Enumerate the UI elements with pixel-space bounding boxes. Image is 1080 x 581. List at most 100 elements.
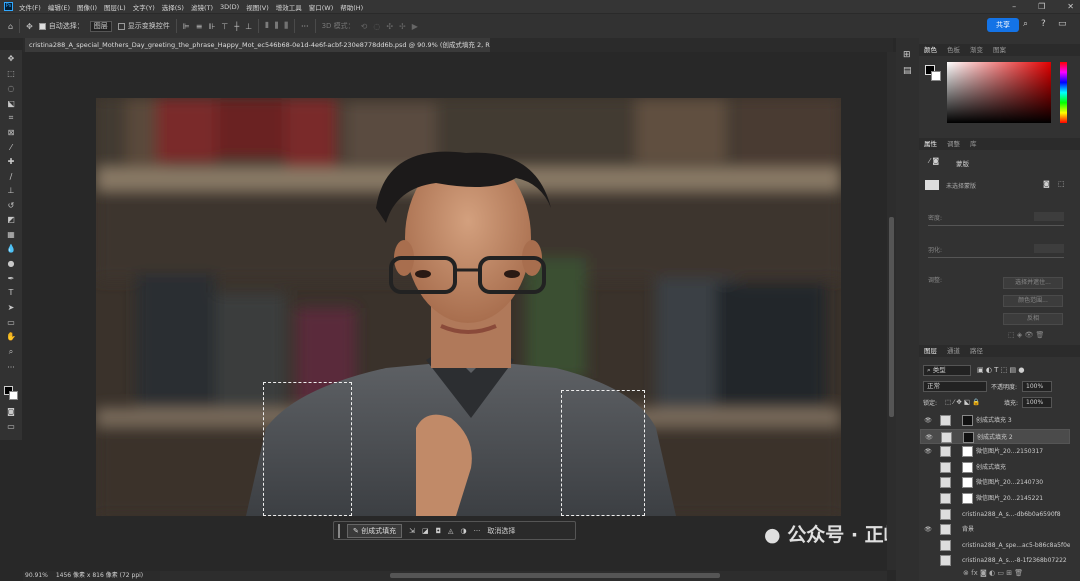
eyedropper-icon[interactable]: ⁄ xyxy=(4,142,18,154)
link-layers-icon[interactable]: ⊗ xyxy=(963,569,969,577)
menu-edit[interactable]: 编辑(E) xyxy=(48,2,70,12)
layer-row[interactable]: cristina288_A_s...-db6b0a6590f8 xyxy=(920,507,1070,522)
show-transform-checkbox[interactable]: 显示变换控件 xyxy=(117,21,170,31)
pan-3d-icon[interactable]: ✣ xyxy=(386,22,393,31)
menu-image[interactable]: 图像(I) xyxy=(77,2,97,12)
document-canvas[interactable] xyxy=(96,98,841,516)
auto-select-checkbox[interactable]: 自动选择： xyxy=(38,21,84,31)
layer-row[interactable]: 微信图片_20...2145221 xyxy=(920,491,1070,506)
distribute-v-icon[interactable]: ⫼ xyxy=(275,21,279,31)
stamp-tool-icon[interactable]: ⊥ xyxy=(4,185,18,197)
menu-3d[interactable]: 3D(D) xyxy=(220,3,239,11)
fill-input[interactable]: 100% xyxy=(1022,397,1052,408)
help-icon[interactable]: ? xyxy=(1041,19,1046,29)
marquee-tool-icon[interactable]: ⬚ xyxy=(4,68,18,80)
minimize-icon[interactable]: – xyxy=(1012,0,1016,13)
history-brush-icon[interactable]: ↺ xyxy=(4,200,18,212)
align-right-icon[interactable]: ⊪ xyxy=(208,22,215,31)
eraser-tool-icon[interactable]: ◩ xyxy=(4,214,18,226)
layer-row[interactable]: cristina288_A_s...-8-1f2368b07222 xyxy=(920,553,1070,568)
frame-tool-icon[interactable]: ⊠ xyxy=(4,127,18,139)
tab-layers[interactable]: 图层 xyxy=(924,345,937,357)
distribute-icon[interactable]: ⫴ xyxy=(265,21,268,31)
object-select-icon[interactable]: ⬕ xyxy=(4,98,18,110)
brush-tool-icon[interactable]: ∕ xyxy=(4,171,18,183)
visibility-eye-icon[interactable]: 👁 xyxy=(924,444,932,459)
color-range-button[interactable]: 颜色范围... xyxy=(1003,295,1063,307)
hand-tool-icon[interactable]: ✋ xyxy=(4,331,18,343)
gradient-tool-icon[interactable]: ▦ xyxy=(4,229,18,241)
layer-mask-thumbnail[interactable] xyxy=(962,493,973,504)
invert-selection-icon[interactable]: ◪ xyxy=(422,527,429,535)
menu-file[interactable]: 文件(F) xyxy=(19,2,41,12)
tab-paths[interactable]: 路径 xyxy=(970,345,983,357)
align-top-icon[interactable]: ⊤ xyxy=(221,22,228,31)
tab-libraries[interactable]: 库 xyxy=(970,138,977,150)
fill-selection-icon[interactable]: ◬ xyxy=(448,527,453,535)
more-options-icon[interactable]: ··· xyxy=(474,527,481,535)
roll-icon[interactable]: ◌ xyxy=(373,22,380,31)
menu-window[interactable]: 窗口(W) xyxy=(309,2,334,12)
tab-adjustments[interactable]: 调整 xyxy=(947,138,960,150)
menu-select[interactable]: 选择(S) xyxy=(162,2,184,12)
home-icon[interactable]: ⌂ xyxy=(8,22,13,31)
delete-layer-icon[interactable]: 🗑 xyxy=(1014,569,1023,577)
tab-channels[interactable]: 通道 xyxy=(947,345,960,357)
layer-row[interactable]: 👁 创成式填充 3 xyxy=(920,413,1070,428)
move-tool-icon[interactable]: ✥ xyxy=(26,22,33,31)
blur-tool-icon[interactable]: 💧 xyxy=(4,243,18,255)
density-slider[interactable] xyxy=(928,225,1064,226)
visibility-eye-icon[interactable]: 👁 xyxy=(925,430,933,443)
layer-mask-thumbnail[interactable] xyxy=(962,415,973,426)
screen-mode-icon[interactable]: ▭ xyxy=(4,421,18,433)
menu-filter[interactable]: 滤镜(T) xyxy=(191,2,213,12)
tab-color[interactable]: 颜色 xyxy=(924,44,937,56)
menu-help[interactable]: 帮助(H) xyxy=(340,2,363,12)
menu-plugins[interactable]: 增效工具 xyxy=(276,2,302,12)
menu-layer[interactable]: 图层(L) xyxy=(104,2,126,12)
modify-selection-icon[interactable]: ⇲ xyxy=(409,527,415,535)
visibility-eye-icon[interactable]: 👁 xyxy=(924,413,932,428)
color-field[interactable] xyxy=(947,62,1051,123)
layer-kind-filter[interactable]: ⌕ 类型 xyxy=(923,365,971,376)
horizontal-scrollbar[interactable] xyxy=(160,571,887,581)
layer-row[interactable]: 👁 背景 xyxy=(920,522,1070,537)
menu-type[interactable]: 文字(Y) xyxy=(133,2,155,12)
close-icon[interactable]: ✕ xyxy=(1067,0,1074,13)
layer-select-dropdown[interactable]: 图层 xyxy=(89,20,112,32)
move-tool-icon[interactable]: ✥ xyxy=(4,53,18,65)
invert-button[interactable]: 反相 xyxy=(1003,313,1063,325)
lasso-tool-icon[interactable]: ◌ xyxy=(4,83,18,95)
deselect-button[interactable]: 取消选择 xyxy=(487,526,515,536)
blend-mode-select[interactable]: 正常 xyxy=(923,381,987,392)
healing-brush-icon[interactable]: ✚ xyxy=(4,156,18,168)
crop-tool-icon[interactable]: ⌗ xyxy=(4,112,18,124)
group-icon[interactable]: ▭ xyxy=(997,569,1004,577)
orbit-icon[interactable]: ⟲ xyxy=(361,22,368,31)
add-vector-mask-icon[interactable]: ⬚ xyxy=(1058,180,1065,188)
workspace-icon[interactable]: ▭ xyxy=(1058,19,1067,29)
vertical-scrollbar[interactable] xyxy=(887,52,896,570)
hue-slider[interactable] xyxy=(1060,62,1067,123)
align-middle-icon[interactable]: ┼ xyxy=(234,22,239,31)
align-center-icon[interactable]: ≡ xyxy=(196,22,203,31)
zoom-level[interactable]: 90.91% xyxy=(25,572,48,579)
camera-icon[interactable]: ▶ xyxy=(412,22,418,31)
adjust-icon[interactable]: ◑ xyxy=(461,527,467,535)
more-icon[interactable]: ··· xyxy=(301,22,309,31)
layer-row[interactable]: 微信图片_20...2140730 xyxy=(920,475,1070,490)
filter-icons[interactable]: ▣ ◐ T ⬚ ▤ ● xyxy=(977,366,1024,374)
distribute-h-icon[interactable]: ⫼ xyxy=(284,21,288,31)
type-tool-icon[interactable]: T xyxy=(4,287,18,299)
menu-view[interactable]: 视图(V) xyxy=(246,2,269,12)
layer-mask-thumbnail[interactable] xyxy=(962,461,973,473)
new-layer-icon[interactable]: ⊞ xyxy=(1006,569,1012,577)
slide-icon[interactable]: ✢ xyxy=(399,22,406,31)
fx-icon[interactable]: fx xyxy=(971,569,978,577)
add-pixel-mask-icon[interactable]: ◙ xyxy=(1043,180,1050,188)
restore-icon[interactable]: ❐ xyxy=(1038,0,1045,13)
layer-row[interactable]: 创成式填充 xyxy=(920,460,1070,475)
layer-row[interactable]: cristina288_A_spe...ac5-b86c8a5f0e xyxy=(920,538,1070,553)
density-field[interactable] xyxy=(1034,212,1064,221)
tab-properties[interactable]: 属性 xyxy=(924,138,937,150)
